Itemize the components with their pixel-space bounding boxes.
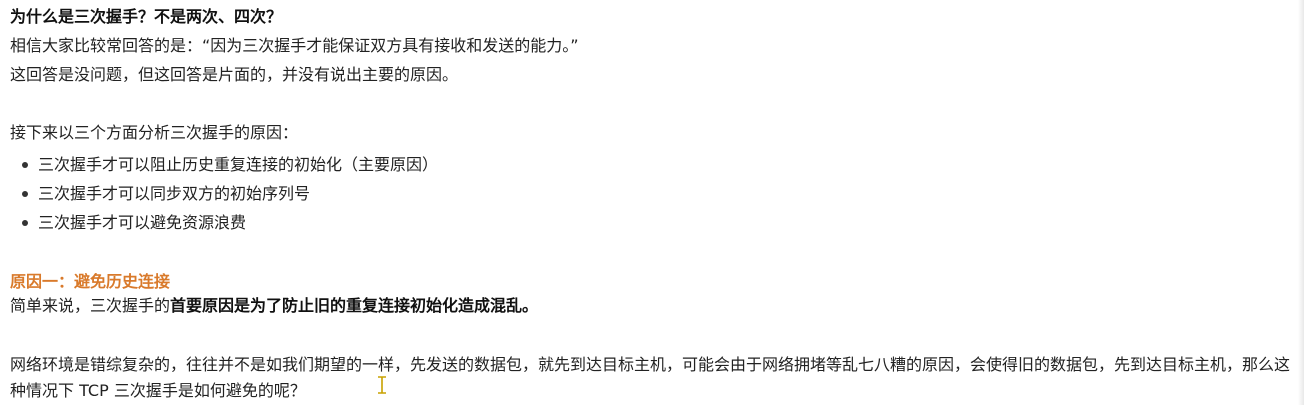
reason1-summary: 简单来说，三次握手的首要原因是为了防止旧的重复连接初始化造成混乱。 — [10, 295, 538, 317]
reason1-heading: 原因一：避免历史连接 — [10, 272, 171, 291]
list-item: 三次握手才可以同步双方的初始序列号 — [22, 179, 438, 208]
reason-text: 三次握手才可以同步双方的初始序列号 — [38, 184, 311, 203]
intro-line-1: 相信大家比较常回答的是：“因为三次握手才能保证双方具有接收和发送的能力。” — [10, 36, 579, 55]
reason-text: 三次握手才可以避免资源浪费 — [38, 213, 247, 232]
bullet-icon — [22, 219, 28, 226]
list-item: 三次握手才可以阻止历史重复连接的初始化（主要原因） — [22, 150, 438, 179]
reason1-summary-prefix: 简单来说，三次握手的 — [10, 296, 171, 315]
list-item: 三次握手才可以避免资源浪费 — [22, 208, 438, 237]
scrollbar-shadow — [1298, 0, 1304, 405]
reason-list: 三次握手才可以阻止历史重复连接的初始化（主要原因） 三次握手才可以同步双方的初始… — [22, 150, 438, 237]
bullet-icon — [22, 161, 28, 168]
reason1-paragraph: 网络环境是错综复杂的，往往并不是如我们期望的一样，先发送的数据包，就先到达目标主… — [10, 355, 1291, 400]
intro-line-2: 这回答是没问题，但这回答是片面的，并没有说出主要的原因。 — [10, 65, 459, 84]
reason-text: 三次握手才可以阻止历史重复连接的初始化（主要原因） — [38, 155, 439, 174]
text-cursor-icon — [378, 376, 386, 394]
analysis-intro: 接下来以三个方面分析三次握手的原因： — [10, 123, 299, 142]
bullet-icon — [22, 190, 28, 197]
article-heading: 为什么是三次握手？不是两次、四次？ — [10, 7, 283, 26]
reason1-summary-bold: 首要原因是为了防止旧的重复连接初始化造成混乱。 — [170, 296, 539, 315]
